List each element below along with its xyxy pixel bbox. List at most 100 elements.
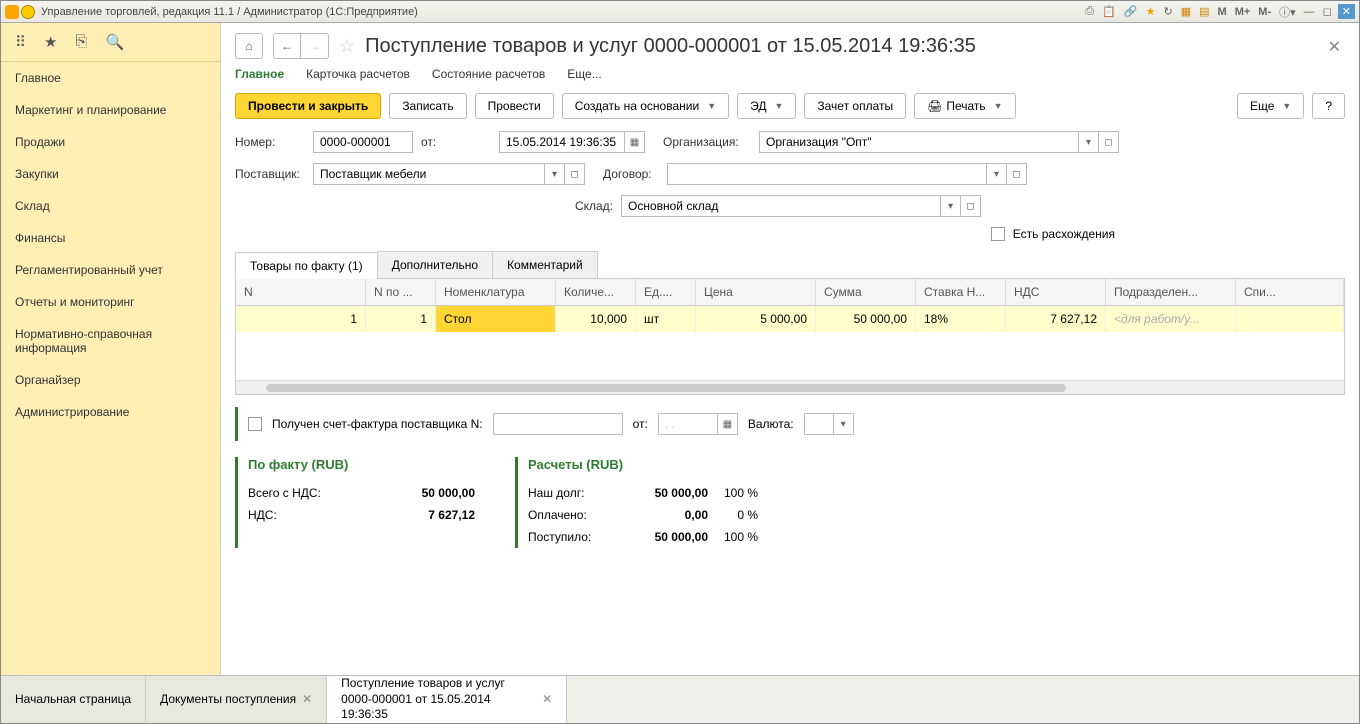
number-input[interactable]: 0000-000001 bbox=[313, 131, 413, 153]
date-input[interactable]: 15.05.2014 19:36:35 bbox=[499, 131, 625, 153]
col-header[interactable]: Ставка Н... bbox=[916, 279, 1006, 305]
post-and-close-button[interactable]: Провести и закрыть bbox=[235, 93, 381, 119]
history-icon[interactable]: ↻ bbox=[1161, 5, 1174, 18]
table-row[interactable]: 1 1 Стол 10,000 шт 5 000,00 50 000,00 18… bbox=[236, 306, 1344, 332]
close-button[interactable]: ✕ bbox=[1338, 4, 1355, 19]
horizontal-scrollbar[interactable] bbox=[236, 380, 1344, 394]
favorite-toggle[interactable]: ☆ bbox=[339, 36, 355, 57]
dropdown-icon[interactable]: ▾ bbox=[1079, 131, 1099, 153]
forward-button[interactable]: → bbox=[301, 33, 329, 59]
invoice-received-checkbox[interactable] bbox=[248, 417, 262, 431]
app-menu-dropdown[interactable] bbox=[21, 5, 35, 19]
search-icon[interactable]: 🔍 bbox=[105, 33, 124, 51]
from-label: от: bbox=[421, 135, 491, 149]
clipboard-icon[interactable]: ⎘ bbox=[75, 33, 87, 51]
doc-tab[interactable]: Комментарий bbox=[492, 251, 598, 278]
col-header[interactable]: Сумма bbox=[816, 279, 916, 305]
doc-tab[interactable]: Товары по факту (1) bbox=[235, 252, 378, 279]
sidebar-item[interactable]: Закупки bbox=[1, 158, 220, 190]
open-icon[interactable]: ◻ bbox=[961, 195, 981, 217]
subtab[interactable]: Состояние расчетов bbox=[432, 67, 545, 81]
maximize-button[interactable]: ◻ bbox=[1321, 5, 1334, 18]
currency-input[interactable] bbox=[804, 413, 834, 435]
more-button[interactable]: Еще▼ bbox=[1237, 93, 1304, 119]
sidebar-item[interactable]: Органайзер bbox=[1, 364, 220, 396]
m-button[interactable]: M bbox=[1216, 6, 1229, 18]
col-header[interactable]: Цена bbox=[696, 279, 816, 305]
save-button[interactable]: Записать bbox=[389, 93, 466, 119]
calc-icon[interactable]: ▦ bbox=[1179, 5, 1193, 18]
col-header[interactable]: НДС bbox=[1006, 279, 1106, 305]
bottom-tab[interactable]: Поступление товаров и услуг 0000-000001 … bbox=[327, 676, 567, 723]
ed-button[interactable]: ЭД▼ bbox=[737, 93, 796, 119]
bottom-tab[interactable]: Документы поступления✕ bbox=[146, 676, 327, 723]
col-header[interactable]: N по ... bbox=[366, 279, 436, 305]
sidebar-item[interactable]: Склад bbox=[1, 190, 220, 222]
sidebar-item[interactable]: Маркетинг и планирование bbox=[1, 94, 220, 126]
create-based-button[interactable]: Создать на основании▼ bbox=[562, 93, 729, 119]
col-header[interactable]: Спи... bbox=[1236, 279, 1344, 305]
invoice-number-input[interactable] bbox=[493, 413, 623, 435]
col-header[interactable]: N bbox=[236, 279, 366, 305]
open-icon[interactable]: ◻ bbox=[1007, 163, 1027, 185]
minimize-button[interactable]: — bbox=[1302, 6, 1317, 18]
sidebar-item[interactable]: Главное bbox=[1, 62, 220, 94]
content-area: ✕ ⌂ ←→ ☆ Поступление товаров и услуг 000… bbox=[221, 23, 1359, 675]
tool-icon[interactable]: 🔗 bbox=[1122, 5, 1140, 18]
cell: 1 bbox=[366, 306, 436, 332]
col-header[interactable]: Ед.... bbox=[636, 279, 696, 305]
bottom-tab[interactable]: Начальная страница bbox=[1, 676, 146, 723]
help-button[interactable]: ? bbox=[1312, 93, 1345, 119]
m-minus-button[interactable]: M- bbox=[1256, 6, 1273, 18]
open-icon[interactable]: ◻ bbox=[1099, 131, 1119, 153]
total-value: 0,00 bbox=[618, 508, 708, 522]
info-icon[interactable]: ⓘ▾ bbox=[1277, 4, 1298, 20]
apps-icon[interactable]: ⠿ bbox=[15, 33, 26, 51]
print-button[interactable]: 🖨Печать▼ bbox=[914, 93, 1015, 119]
sidebar-item[interactable]: Отчеты и мониторинг bbox=[1, 286, 220, 318]
supplier-input[interactable]: Поставщик мебели bbox=[313, 163, 545, 185]
offset-payment-button[interactable]: Зачет оплаты bbox=[804, 93, 906, 119]
close-tab-icon[interactable]: ✕ bbox=[542, 692, 552, 708]
discrepancy-checkbox[interactable] bbox=[991, 227, 1005, 241]
post-button[interactable]: Провести bbox=[475, 93, 554, 119]
m-plus-button[interactable]: M+ bbox=[1233, 6, 1253, 18]
dropdown-icon[interactable]: ▾ bbox=[834, 413, 854, 435]
dropdown-icon[interactable]: ▾ bbox=[941, 195, 961, 217]
subtab[interactable]: Карточка расчетов bbox=[306, 67, 410, 81]
dropdown-icon[interactable]: ▾ bbox=[545, 163, 565, 185]
home-button[interactable]: ⌂ bbox=[235, 33, 263, 59]
col-header[interactable]: Подразделен... bbox=[1106, 279, 1236, 305]
invoice-date-input[interactable]: . . bbox=[658, 413, 718, 435]
sidebar-item[interactable]: Нормативно-справочная информация bbox=[1, 318, 220, 364]
open-icon[interactable]: ◻ bbox=[565, 163, 585, 185]
close-document-button[interactable]: ✕ bbox=[1328, 37, 1341, 57]
org-input[interactable]: Организация "Опт" bbox=[759, 131, 1079, 153]
warehouse-input[interactable]: Основной склад bbox=[621, 195, 941, 217]
back-button[interactable]: ← bbox=[273, 33, 301, 59]
calendar-icon[interactable]: ▤ bbox=[1197, 5, 1211, 18]
total-label: Оплачено: bbox=[528, 508, 618, 522]
col-header[interactable]: Количе... bbox=[556, 279, 636, 305]
favorite-icon[interactable]: ★ bbox=[44, 33, 57, 51]
tool-icon[interactable]: 📋 bbox=[1100, 5, 1118, 18]
sidebar-item[interactable]: Финансы bbox=[1, 222, 220, 254]
scrollbar-thumb[interactable] bbox=[266, 384, 1066, 392]
close-tab-icon[interactable]: ✕ bbox=[302, 692, 312, 708]
total-label: Всего с НДС: bbox=[248, 486, 321, 500]
calendar-icon[interactable]: ▦ bbox=[718, 413, 738, 435]
calendar-icon[interactable]: ▦ bbox=[625, 131, 645, 153]
sidebar-item[interactable]: Продажи bbox=[1, 126, 220, 158]
contract-input[interactable] bbox=[667, 163, 987, 185]
tool-icon[interactable]: ⎙ bbox=[1083, 5, 1096, 18]
subtab[interactable]: Еще... bbox=[567, 67, 601, 81]
cell-selected[interactable]: Стол bbox=[436, 306, 556, 332]
doc-tab[interactable]: Дополнительно bbox=[377, 251, 493, 278]
sidebar-item[interactable]: Регламентированный учет bbox=[1, 254, 220, 286]
star-icon[interactable]: ★ bbox=[1144, 5, 1158, 18]
dropdown-icon[interactable]: ▾ bbox=[987, 163, 1007, 185]
subtab[interactable]: Главное bbox=[235, 67, 284, 81]
sidebar-item[interactable]: Администрирование bbox=[1, 396, 220, 428]
total-label: НДС: bbox=[248, 508, 277, 522]
col-header[interactable]: Номенклатура bbox=[436, 279, 556, 305]
